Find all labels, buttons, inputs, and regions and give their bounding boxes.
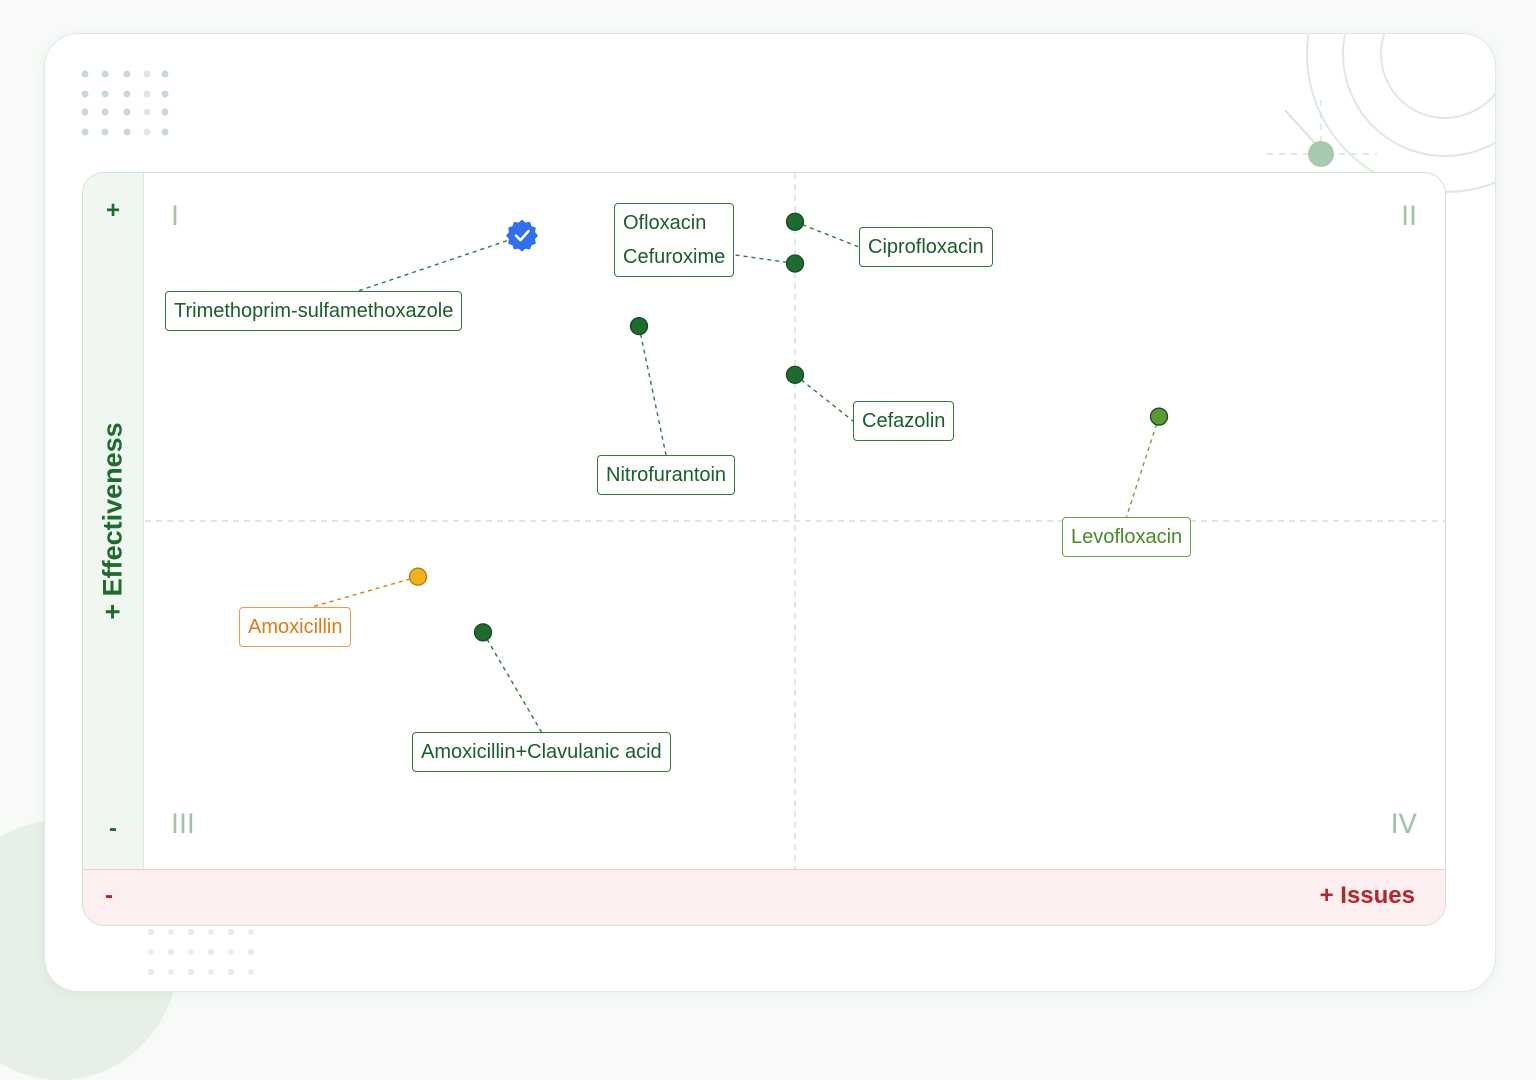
point-label-text: Levofloxacin — [1071, 526, 1183, 548]
chart-panel: + + Effectiveness - - + Issues I II III … — [82, 172, 1446, 926]
point-label-text: Cefuroxime — [623, 246, 726, 268]
data-point — [785, 212, 805, 231]
verified-badge-icon — [506, 219, 538, 252]
point-label-text: Trimethoprim-sulfamethoxazole — [174, 300, 454, 322]
data-point — [629, 316, 649, 336]
decorative-dot-grid-bottom — [148, 929, 254, 975]
leader-line — [638, 325, 667, 456]
point-label-text: Cefazolin — [862, 410, 946, 432]
point-label-text: Ofloxacin — [623, 212, 707, 234]
point-label: Amoxicillin — [239, 607, 352, 647]
point-label-text: Ciprofloxacin — [868, 236, 984, 258]
point-label: Amoxicillin+Clavulanic acid — [412, 732, 671, 772]
point-label: Nitrofurantoin — [597, 455, 736, 495]
point-label: Cefazolin — [853, 401, 955, 441]
point-label-text: Amoxicillin — [248, 616, 343, 638]
x-axis-low-label: - — [105, 882, 113, 909]
point-label: Levofloxacin — [1062, 517, 1192, 557]
leader-line — [1125, 416, 1160, 518]
point-label: Trimethoprim-sulfamethoxazole — [165, 291, 463, 331]
plot-area — [145, 173, 1445, 869]
leader-line — [311, 576, 419, 608]
point-label-text: Amoxicillin+Clavulanic acid — [421, 741, 662, 763]
badge-shape — [506, 219, 538, 252]
point-label-text: Nitrofurantoin — [606, 464, 727, 486]
point-label: Ofloxacin Cefuroxime — [614, 203, 735, 277]
data-point — [1149, 407, 1169, 426]
data-point — [785, 365, 805, 384]
x-axis-strip: - + Issues — [83, 869, 1445, 925]
leader-line — [794, 221, 860, 248]
leader-line — [794, 374, 854, 422]
point-label: Ciprofloxacin — [859, 227, 993, 267]
leader-line — [733, 254, 796, 265]
decorative-dot-grid-top — [81, 70, 169, 136]
leader-line — [357, 234, 523, 292]
leader-line — [482, 632, 543, 733]
x-axis-label: + Issues — [1319, 882, 1415, 909]
data-point — [473, 623, 493, 642]
data-point — [785, 254, 805, 273]
data-point — [408, 567, 428, 586]
